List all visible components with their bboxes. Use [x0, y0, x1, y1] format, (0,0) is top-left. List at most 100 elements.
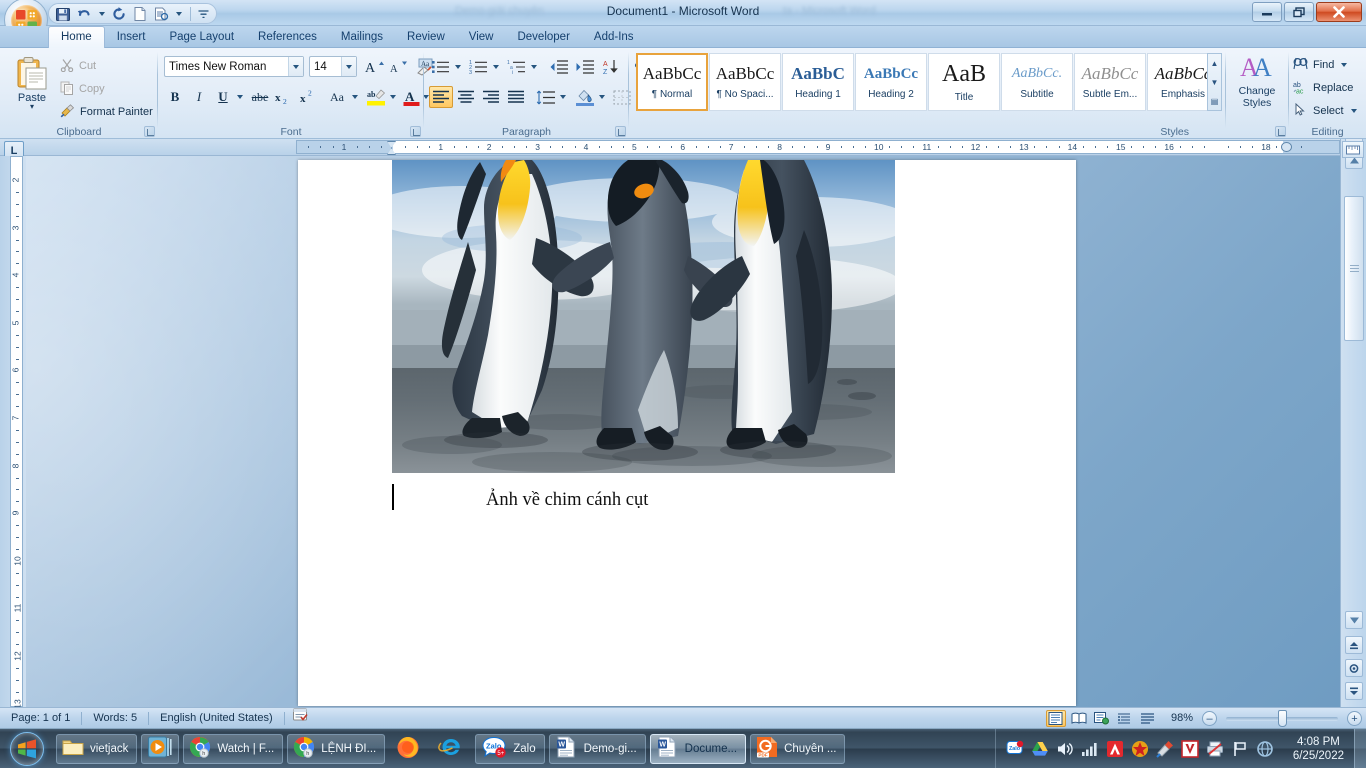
- taskbar-item-lenh-di[interactable]: h LỆNH ĐI...: [287, 733, 386, 764]
- zalo-tray-icon[interactable]: Zalo: [1006, 740, 1024, 758]
- page-indicator[interactable]: Page: 1 of 1: [0, 708, 81, 729]
- scrollbar-thumb[interactable]: [1344, 196, 1364, 341]
- font-name-dropdown-icon[interactable]: [288, 57, 303, 76]
- show-desktop-button[interactable]: [1354, 729, 1366, 768]
- increase-indent-button[interactable]: [572, 56, 597, 78]
- tab-developer[interactable]: Developer: [505, 26, 581, 48]
- font-color-button[interactable]: A: [400, 86, 422, 108]
- google-drive-icon[interactable]: [1031, 740, 1049, 758]
- taskbar-item-watch[interactable]: h Watch | F...: [183, 733, 284, 764]
- start-button[interactable]: [0, 729, 54, 768]
- scroll-down-button[interactable]: [1345, 611, 1363, 629]
- vertical-scrollbar[interactable]: [1340, 138, 1366, 707]
- bullets-button[interactable]: [429, 56, 453, 78]
- unikey-icon[interactable]: [1131, 740, 1149, 758]
- proofing-errors-icon[interactable]: [285, 708, 316, 729]
- taskbar-item-internet-explorer[interactable]: [431, 734, 471, 764]
- close-button[interactable]: [1316, 2, 1362, 22]
- style-title[interactable]: AaB Title: [928, 53, 1000, 111]
- avira-icon[interactable]: [1106, 740, 1124, 758]
- grow-font-button[interactable]: A: [362, 56, 385, 77]
- volume-icon[interactable]: [1056, 740, 1074, 758]
- italic-button[interactable]: I: [188, 86, 210, 108]
- replace-button[interactable]: ab ac Replace: [1293, 78, 1353, 98]
- shading-button[interactable]: [573, 86, 597, 108]
- decrease-indent-button[interactable]: [546, 56, 571, 78]
- multilevel-list-button[interactable]: 1ai: [505, 56, 529, 78]
- next-page-button[interactable]: [1345, 682, 1363, 700]
- style-subtle-emphasis[interactable]: AaBbCc Subtle Em...: [1074, 53, 1146, 111]
- tab-references[interactable]: References: [246, 26, 329, 48]
- taskbar-clock[interactable]: 4:08 PM 6/25/2022: [1293, 729, 1344, 768]
- align-right-button[interactable]: [479, 86, 503, 108]
- numbering-dropdown-icon[interactable]: [490, 56, 501, 78]
- style-heading-2[interactable]: AaBbCc Heading 2: [855, 53, 927, 111]
- image-caption[interactable]: Ảnh về chim cánh cụt: [486, 490, 648, 511]
- align-left-button[interactable]: [429, 86, 453, 108]
- style-heading-1[interactable]: AaBbC Heading 1: [782, 53, 854, 111]
- underline-button[interactable]: U: [212, 86, 234, 108]
- subscript-button[interactable]: x2: [273, 86, 297, 108]
- superscript-button[interactable]: x2: [298, 86, 322, 108]
- taskbar-item-zalo[interactable]: Zalo 5+ Zalo: [475, 733, 545, 764]
- justify-button[interactable]: [504, 86, 528, 108]
- view-ruler-button[interactable]: [1342, 141, 1364, 158]
- change-case-dropdown-icon[interactable]: [349, 86, 360, 108]
- shrink-font-button[interactable]: A: [386, 56, 409, 77]
- paste-button[interactable]: Paste ▾: [8, 54, 56, 118]
- vertical-ruler-bar[interactable]: 2 3 4 5 6 7 8 9 10 11 12 13: [10, 156, 23, 708]
- printer-icon[interactable]: [1206, 740, 1224, 758]
- print-preview-icon[interactable]: [153, 6, 169, 22]
- styles-more-icon[interactable]: ▤: [1208, 92, 1221, 110]
- zoom-level[interactable]: 98%: [1161, 708, 1199, 729]
- format-painter-button[interactable]: Format Painter: [58, 103, 153, 121]
- change-case-button[interactable]: Aa: [324, 86, 350, 108]
- styles-dialog-launcher[interactable]: [1275, 126, 1286, 137]
- line-spacing-dropdown-icon[interactable]: [557, 86, 568, 108]
- horizontal-ruler[interactable]: L 1 1 2 3 4 5 6 7 8 9 10 11 12 13 14 15 16 18: [0, 139, 1366, 161]
- paste-dropdown-icon[interactable]: ▾: [30, 103, 34, 111]
- taskbar-item-document1[interactable]: W Docume...: [649, 733, 747, 764]
- paragraph-dialog-launcher[interactable]: [615, 126, 626, 137]
- font-name-input[interactable]: Times New Roman: [164, 56, 304, 77]
- draft-view-button[interactable]: [1138, 710, 1158, 727]
- select-button[interactable]: Select: [1293, 101, 1357, 121]
- tab-add-ins[interactable]: Add-Ins: [582, 26, 646, 48]
- font-size-input[interactable]: 14: [309, 56, 357, 77]
- style-no-spacing[interactable]: AaBbCc ¶ No Spaci...: [709, 53, 781, 111]
- tab-review[interactable]: Review: [395, 26, 457, 48]
- document-page[interactable]: Ảnh về chim cánh cụt: [298, 160, 1076, 706]
- web-layout-view-button[interactable]: [1092, 710, 1112, 727]
- ccleaner-icon[interactable]: [1156, 740, 1174, 758]
- v-antivirus-icon[interactable]: [1181, 740, 1199, 758]
- zoom-out-button[interactable]: –: [1202, 711, 1217, 726]
- tab-insert[interactable]: Insert: [105, 26, 158, 48]
- undo-dropdown-icon[interactable]: [97, 6, 106, 22]
- change-styles-button[interactable]: A A Change Styles: [1229, 52, 1285, 116]
- numbering-button[interactable]: 123: [467, 56, 491, 78]
- customize-qat-icon[interactable]: [198, 6, 209, 22]
- right-indent-marker[interactable]: [1281, 142, 1292, 152]
- outline-view-button[interactable]: [1115, 710, 1135, 727]
- taskbar-item-demo-gi[interactable]: W Demo-gi...: [548, 733, 646, 764]
- save-icon[interactable]: [55, 6, 71, 22]
- find-button[interactable]: Find: [1293, 55, 1348, 75]
- previous-page-button[interactable]: [1345, 636, 1363, 654]
- taskbar-item-media-player[interactable]: [141, 733, 180, 764]
- copy-button[interactable]: Copy: [58, 80, 105, 98]
- tab-mailings[interactable]: Mailings: [329, 26, 395, 48]
- shading-dropdown-icon[interactable]: [596, 86, 607, 108]
- horizontal-ruler-bar[interactable]: 1 1 2 3 4 5 6 7 8 9 10 11 12 13 14 15 16 18: [296, 140, 1340, 155]
- new-document-icon[interactable]: [132, 6, 148, 22]
- language-indicator[interactable]: English (United States): [149, 708, 284, 729]
- styles-scroll-down-icon[interactable]: ▼: [1208, 73, 1221, 91]
- tab-view[interactable]: View: [457, 26, 506, 48]
- tab-page-layout[interactable]: Page Layout: [157, 26, 246, 48]
- select-browse-object-button[interactable]: [1345, 659, 1363, 677]
- text-highlight-dropdown-icon[interactable]: [387, 86, 398, 108]
- font-size-dropdown-icon[interactable]: [341, 57, 356, 76]
- redo-icon[interactable]: [111, 6, 127, 22]
- zoom-slider[interactable]: [1226, 709, 1338, 727]
- clipboard-dialog-launcher[interactable]: [144, 126, 155, 137]
- sort-button[interactable]: AZ: [600, 56, 624, 78]
